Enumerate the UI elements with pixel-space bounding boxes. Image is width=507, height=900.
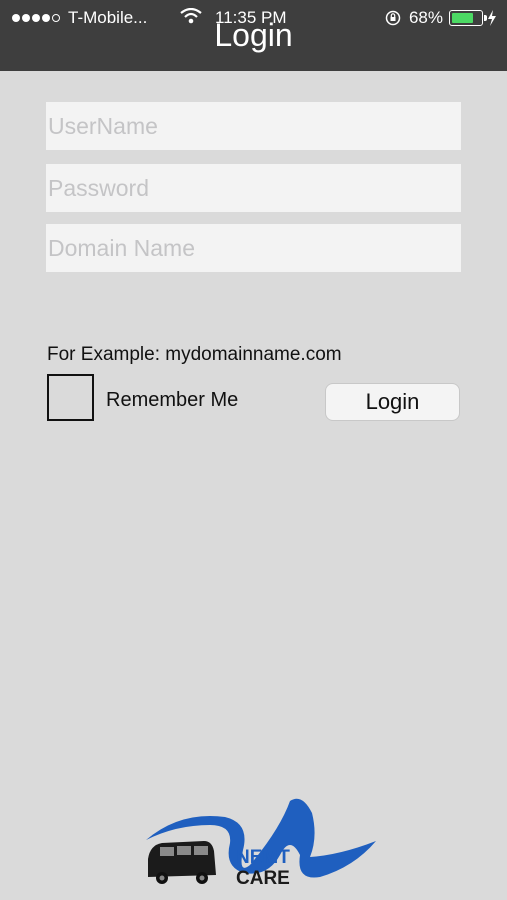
remember-me-label[interactable]: Remember Me	[106, 389, 238, 412]
logo-text-nemt: NEMT	[236, 847, 290, 868]
page-title: Login	[214, 17, 293, 53]
username-field[interactable]	[46, 102, 461, 150]
nemt-care-logo: NEMT CARE	[146, 798, 376, 889]
password-field[interactable]	[46, 164, 461, 212]
van-icon	[148, 841, 216, 884]
top-bar: T-Mobile... 11:35 PM 68% Login	[0, 0, 507, 71]
login-button[interactable]: Login	[325, 383, 460, 421]
logo-text-care: CARE	[236, 868, 290, 889]
domain-example-text: For Example: mydomainname.com	[47, 344, 342, 365]
domain-name-field[interactable]	[46, 224, 461, 272]
remember-me-checkbox[interactable]	[47, 374, 94, 421]
